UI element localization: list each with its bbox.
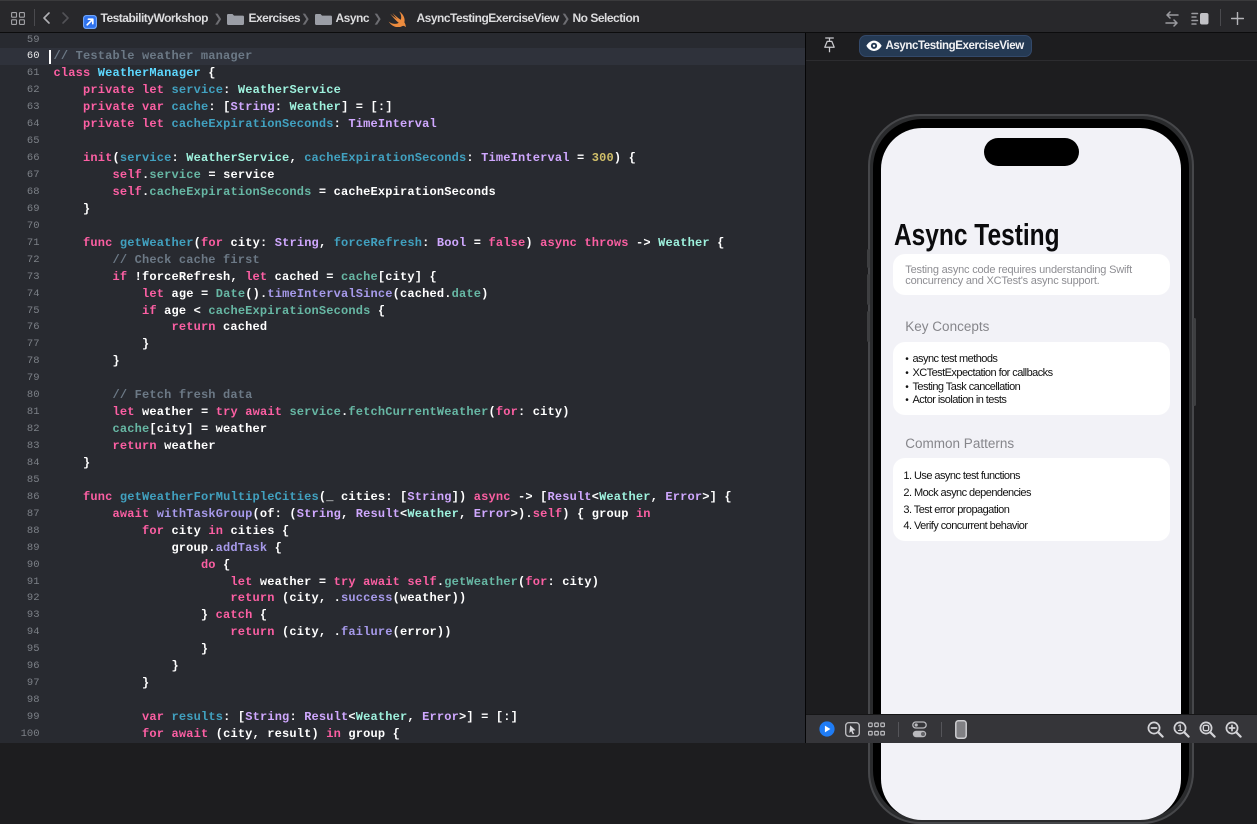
svg-text:1: 1: [1177, 723, 1182, 733]
